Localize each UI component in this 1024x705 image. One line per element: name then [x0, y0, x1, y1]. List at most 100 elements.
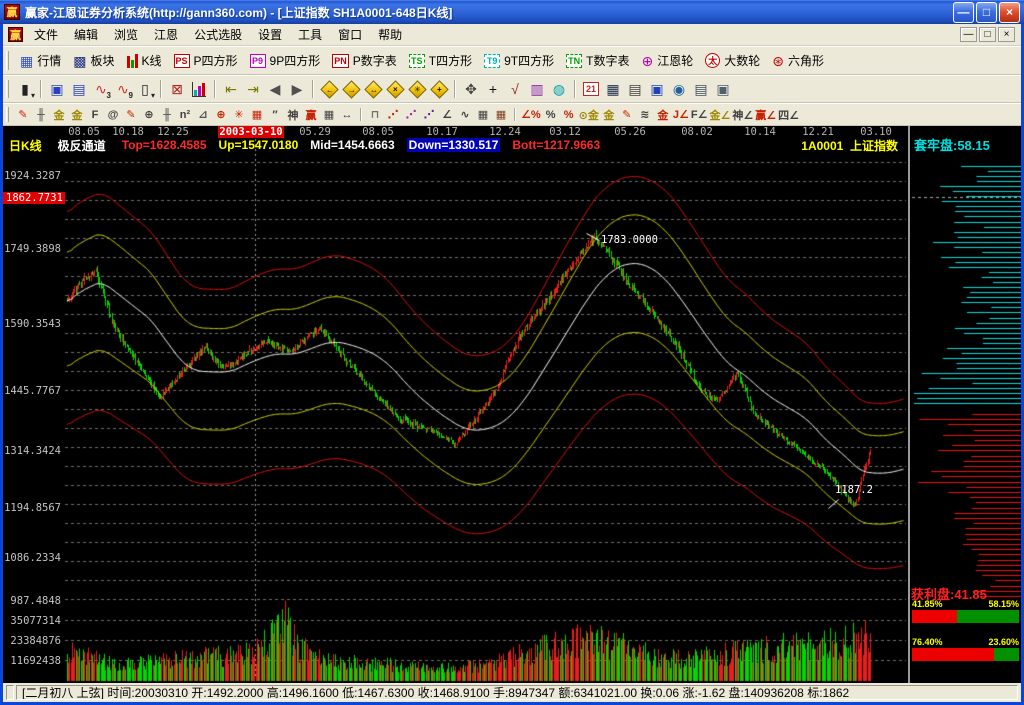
- toolbar-button-kline[interactable]: K线: [121, 50, 168, 71]
- toolbar-button-t-number-table[interactable]: TNT数字表: [560, 50, 635, 71]
- menu-工具[interactable]: 工具: [290, 24, 330, 45]
- draw-tool-10[interactable]: ⊿: [194, 105, 212, 124]
- menu-编辑[interactable]: 编辑: [66, 24, 106, 45]
- draw-tool-33[interactable]: 金: [600, 105, 618, 124]
- draw-tool-5[interactable]: @: [104, 105, 122, 124]
- draw-tool-21[interactable]: ⋰: [384, 105, 402, 124]
- tool-hand-tool[interactable]: ✥: [460, 78, 482, 100]
- draw-tool-22[interactable]: ⋰: [402, 105, 420, 124]
- draw-tool-32[interactable]: ⊙金: [578, 105, 600, 124]
- draw-tool-29[interactable]: ∠%: [520, 105, 542, 124]
- draw-tool-42[interactable]: 四∠: [777, 105, 800, 124]
- main-chart-canvas[interactable]: [3, 126, 908, 683]
- restore-button[interactable]: □: [976, 2, 997, 23]
- menu-设置[interactable]: 设置: [250, 24, 290, 45]
- tool-first-bar[interactable]: ⇤: [220, 78, 242, 100]
- toolbar-button-9p-square[interactable]: P99P四方形: [244, 50, 327, 71]
- tool-candle-style-dropdown[interactable]: ▯▾: [134, 78, 156, 100]
- draw-tool-3[interactable]: 金: [68, 105, 86, 124]
- tool-next-bar[interactable]: ▶: [286, 78, 308, 100]
- tool-scroll-right[interactable]: →: [340, 78, 362, 100]
- draw-tool-23[interactable]: ⋰: [420, 105, 438, 124]
- close-button[interactable]: ×: [999, 2, 1020, 23]
- draw-tool-31[interactable]: %: [560, 105, 578, 124]
- tool-angle-measure-tool[interactable]: √: [504, 78, 526, 100]
- tool-zone-select[interactable]: ▣: [46, 78, 68, 100]
- tool-web-link[interactable]: ◉: [668, 78, 690, 100]
- draw-tool-8[interactable]: ╫: [158, 105, 176, 124]
- draw-tool-36[interactable]: 金: [654, 105, 672, 124]
- draw-tool-17[interactable]: ▦: [320, 105, 338, 124]
- toolbar-button-hexagon[interactable]: ⊛六角形: [766, 50, 830, 71]
- draw-tool-18[interactable]: ↔: [338, 105, 356, 124]
- draw-tool-11[interactable]: ⊕: [212, 105, 230, 124]
- draw-tool-12[interactable]: ✳: [230, 105, 248, 124]
- tool-notes[interactable]: ▤: [624, 78, 646, 100]
- toolbar-button-sectors[interactable]: ▩板块: [67, 50, 120, 71]
- draw-tool-9[interactable]: n²: [176, 105, 194, 124]
- draw-tool-14[interactable]: ″: [266, 105, 284, 124]
- tool-zoom-in[interactable]: ×: [384, 78, 406, 100]
- tool-zoom-out[interactable]: ↔: [362, 78, 384, 100]
- tool-gann-grid-tool[interactable]: ▥: [526, 78, 548, 100]
- tool-fit-all[interactable]: ✳: [406, 78, 428, 100]
- menu-文件[interactable]: 文件: [26, 24, 66, 45]
- draw-tool-7[interactable]: ⊕: [140, 105, 158, 124]
- draw-tool-0[interactable]: ✎: [14, 105, 32, 124]
- tool-export[interactable]: ▤: [690, 78, 712, 100]
- toolbar-button-gann-wheel[interactable]: ⊕江恩轮: [635, 50, 699, 71]
- mdi-restore-button[interactable]: □: [979, 27, 996, 42]
- tool-minute-9[interactable]: ∿9: [112, 78, 134, 100]
- draw-tool-16[interactable]: 赢: [302, 105, 320, 124]
- tool-scroll-left[interactable]: ←: [318, 78, 340, 100]
- draw-tool-24[interactable]: ∠: [438, 105, 456, 124]
- menu-江恩[interactable]: 江恩: [146, 24, 186, 45]
- draw-tool-20[interactable]: ⊓: [366, 105, 384, 124]
- draw-tool-35[interactable]: ≋: [636, 105, 654, 124]
- toolbar-button-big-number-wheel[interactable]: 太大数轮: [699, 50, 766, 71]
- toolbar-button-p-number-table[interactable]: PNP数字表: [326, 50, 403, 71]
- draw-tool-41[interactable]: 赢∠: [754, 105, 777, 124]
- tool-last-bar[interactable]: ⇥: [242, 78, 264, 100]
- date-tick: 05.29: [299, 126, 331, 138]
- draw-tool-2[interactable]: 金: [50, 105, 68, 124]
- draw-tool-13[interactable]: ▦: [248, 105, 266, 124]
- draw-tool-30[interactable]: %: [542, 105, 560, 124]
- tool-calendar[interactable]: 21: [580, 78, 602, 100]
- toolbar-button-quotes[interactable]: ▦行情: [14, 50, 67, 71]
- draw-tool-1[interactable]: ╫: [32, 105, 50, 124]
- mdi-minimize-button[interactable]: —: [960, 27, 977, 42]
- toolbar-button-9t-square[interactable]: T99T四方形: [478, 50, 560, 71]
- draw-tool-6[interactable]: ✎: [122, 105, 140, 124]
- tool-cycle-tool[interactable]: ◍: [548, 78, 570, 100]
- tool-save[interactable]: ▣: [646, 78, 668, 100]
- draw-tool-34[interactable]: ✎: [618, 105, 636, 124]
- mdi-close-button[interactable]: ×: [998, 27, 1015, 42]
- menu-浏览[interactable]: 浏览: [106, 24, 146, 45]
- toolbar-button-t-square[interactable]: TST四方形: [403, 50, 478, 71]
- tool-prev-bar[interactable]: ◀: [264, 78, 286, 100]
- draw-tool-40[interactable]: 神∠: [731, 105, 754, 124]
- menu-公式选股[interactable]: 公式选股: [186, 24, 250, 45]
- tool-calculator[interactable]: ▦: [602, 78, 624, 100]
- tool-info-view[interactable]: ▤: [68, 78, 90, 100]
- tool-restore-view[interactable]: +: [428, 78, 450, 100]
- menu-窗口[interactable]: 窗口: [330, 24, 370, 45]
- tool-pattern-view[interactable]: ⊠: [166, 78, 188, 100]
- minimize-button[interactable]: —: [953, 2, 974, 23]
- tool-print[interactable]: ▣: [712, 78, 734, 100]
- tool-period-dropdown[interactable]: ▮▾: [14, 78, 36, 100]
- draw-tool-39[interactable]: 金∠: [708, 105, 731, 124]
- draw-tool-15[interactable]: 神: [284, 105, 302, 124]
- tool-minute-3[interactable]: ∿3: [90, 78, 112, 100]
- toolbar-button-p-square[interactable]: PSP四方形: [168, 50, 244, 71]
- draw-tool-37[interactable]: J∠: [672, 105, 690, 124]
- draw-tool-27[interactable]: ▦: [492, 105, 510, 124]
- tool-crosshair-tool[interactable]: +: [482, 78, 504, 100]
- draw-tool-25[interactable]: ∿: [456, 105, 474, 124]
- draw-tool-4[interactable]: F: [86, 105, 104, 124]
- draw-tool-38[interactable]: F∠: [690, 105, 709, 124]
- menu-帮助[interactable]: 帮助: [370, 24, 410, 45]
- tool-histogram-view[interactable]: [188, 78, 210, 100]
- draw-tool-26[interactable]: ▦: [474, 105, 492, 124]
